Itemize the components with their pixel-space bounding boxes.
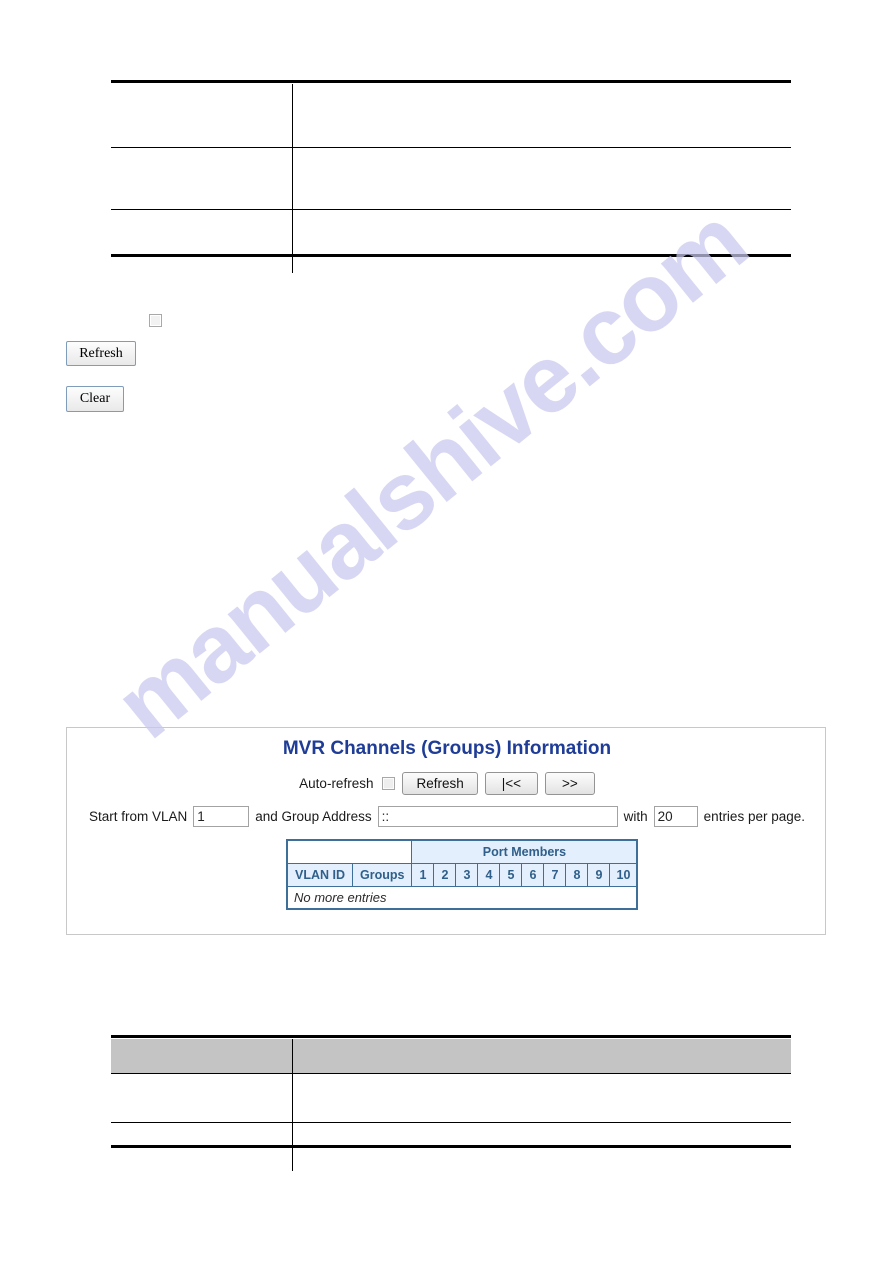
empty-table-message: No more entries — [286, 886, 638, 910]
table-header-row: VLAN ID Groups 1 2 3 4 5 6 7 8 9 10 — [286, 863, 638, 887]
column-header-vlan-id: VLAN ID — [286, 863, 353, 887]
start-vlan-input[interactable] — [193, 806, 250, 827]
column-header-groups: Groups — [351, 863, 413, 887]
column-header-port-5: 5 — [499, 863, 523, 887]
column-header-port-2: 2 — [433, 863, 457, 887]
column-header-port-6: 6 — [521, 863, 545, 887]
column-header-port-7: 7 — [543, 863, 567, 887]
clear-button[interactable]: Clear — [66, 386, 124, 412]
auto-refresh-checkbox[interactable] — [382, 777, 396, 790]
table-cell-value — [292, 84, 791, 148]
entries-per-page-label: entries per page. — [703, 809, 805, 824]
page-title: MVR Channels (Groups) Information — [282, 738, 612, 759]
table-cell-label — [111, 209, 293, 273]
table-row — [111, 147, 791, 210]
bottom-reference-table — [111, 1039, 791, 1171]
refresh-button-label: Refresh — [79, 345, 123, 361]
table-header-row — [111, 1039, 791, 1074]
bottom-table-bottom-rule — [111, 1145, 791, 1148]
top-table-bottom-rule — [111, 254, 791, 257]
column-header-port-3: 3 — [455, 863, 479, 887]
table-row — [111, 84, 791, 148]
group-address-input[interactable] — [377, 806, 618, 827]
mvr-toolbar: Auto-refresh Refresh |<< >> — [67, 772, 827, 795]
first-page-button[interactable]: |<< — [484, 772, 539, 795]
header-spacer — [286, 839, 413, 864]
table-cell-value — [292, 147, 791, 210]
column-header-port-8: 8 — [565, 863, 589, 887]
start-from-vlan-label: Start from VLAN — [89, 809, 188, 824]
table-cell-label — [111, 84, 293, 148]
mvr-filter-row: Start from VLAN and Group Address with e… — [89, 806, 805, 827]
top-table-top-rule — [111, 80, 791, 83]
mvr-channels-panel: MVR Channels (Groups) Information Auto-r… — [66, 727, 826, 935]
table-row-empty: No more entries — [286, 886, 638, 910]
column-header-port-10: 10 — [609, 863, 638, 887]
table-header-group-row: Port Members — [286, 839, 638, 864]
table-cell-value — [292, 1073, 791, 1123]
table-header-cell-label — [111, 1039, 293, 1074]
with-label: with — [623, 809, 648, 824]
column-header-port-1: 1 — [411, 863, 435, 887]
column-header-port-9: 9 — [587, 863, 611, 887]
table-row — [111, 1073, 791, 1123]
refresh-button[interactable]: Refresh — [402, 772, 478, 795]
table-cell-value — [292, 210, 791, 274]
entries-per-page-input[interactable] — [653, 806, 698, 827]
bottom-table-top-rule — [111, 1035, 791, 1038]
table-cell-label — [111, 147, 293, 210]
next-page-button[interactable]: >> — [545, 772, 595, 795]
clear-button-label: Clear — [79, 391, 111, 406]
auto-refresh-checkbox-standalone[interactable] — [149, 314, 162, 327]
table-row — [111, 209, 791, 274]
refresh-button[interactable]: Refresh — [66, 341, 136, 366]
mvr-groups-table: Port Members VLAN ID Groups 1 2 3 4 5 6 … — [286, 839, 639, 910]
table-header-cell-value — [292, 1039, 791, 1074]
top-reference-table — [111, 84, 791, 273]
group-address-label: and Group Address — [255, 809, 372, 824]
table-cell-label — [111, 1073, 293, 1123]
auto-refresh-label: Auto-refresh — [299, 776, 374, 791]
port-members-header: Port Members — [411, 839, 638, 864]
column-header-port-4: 4 — [477, 863, 501, 887]
